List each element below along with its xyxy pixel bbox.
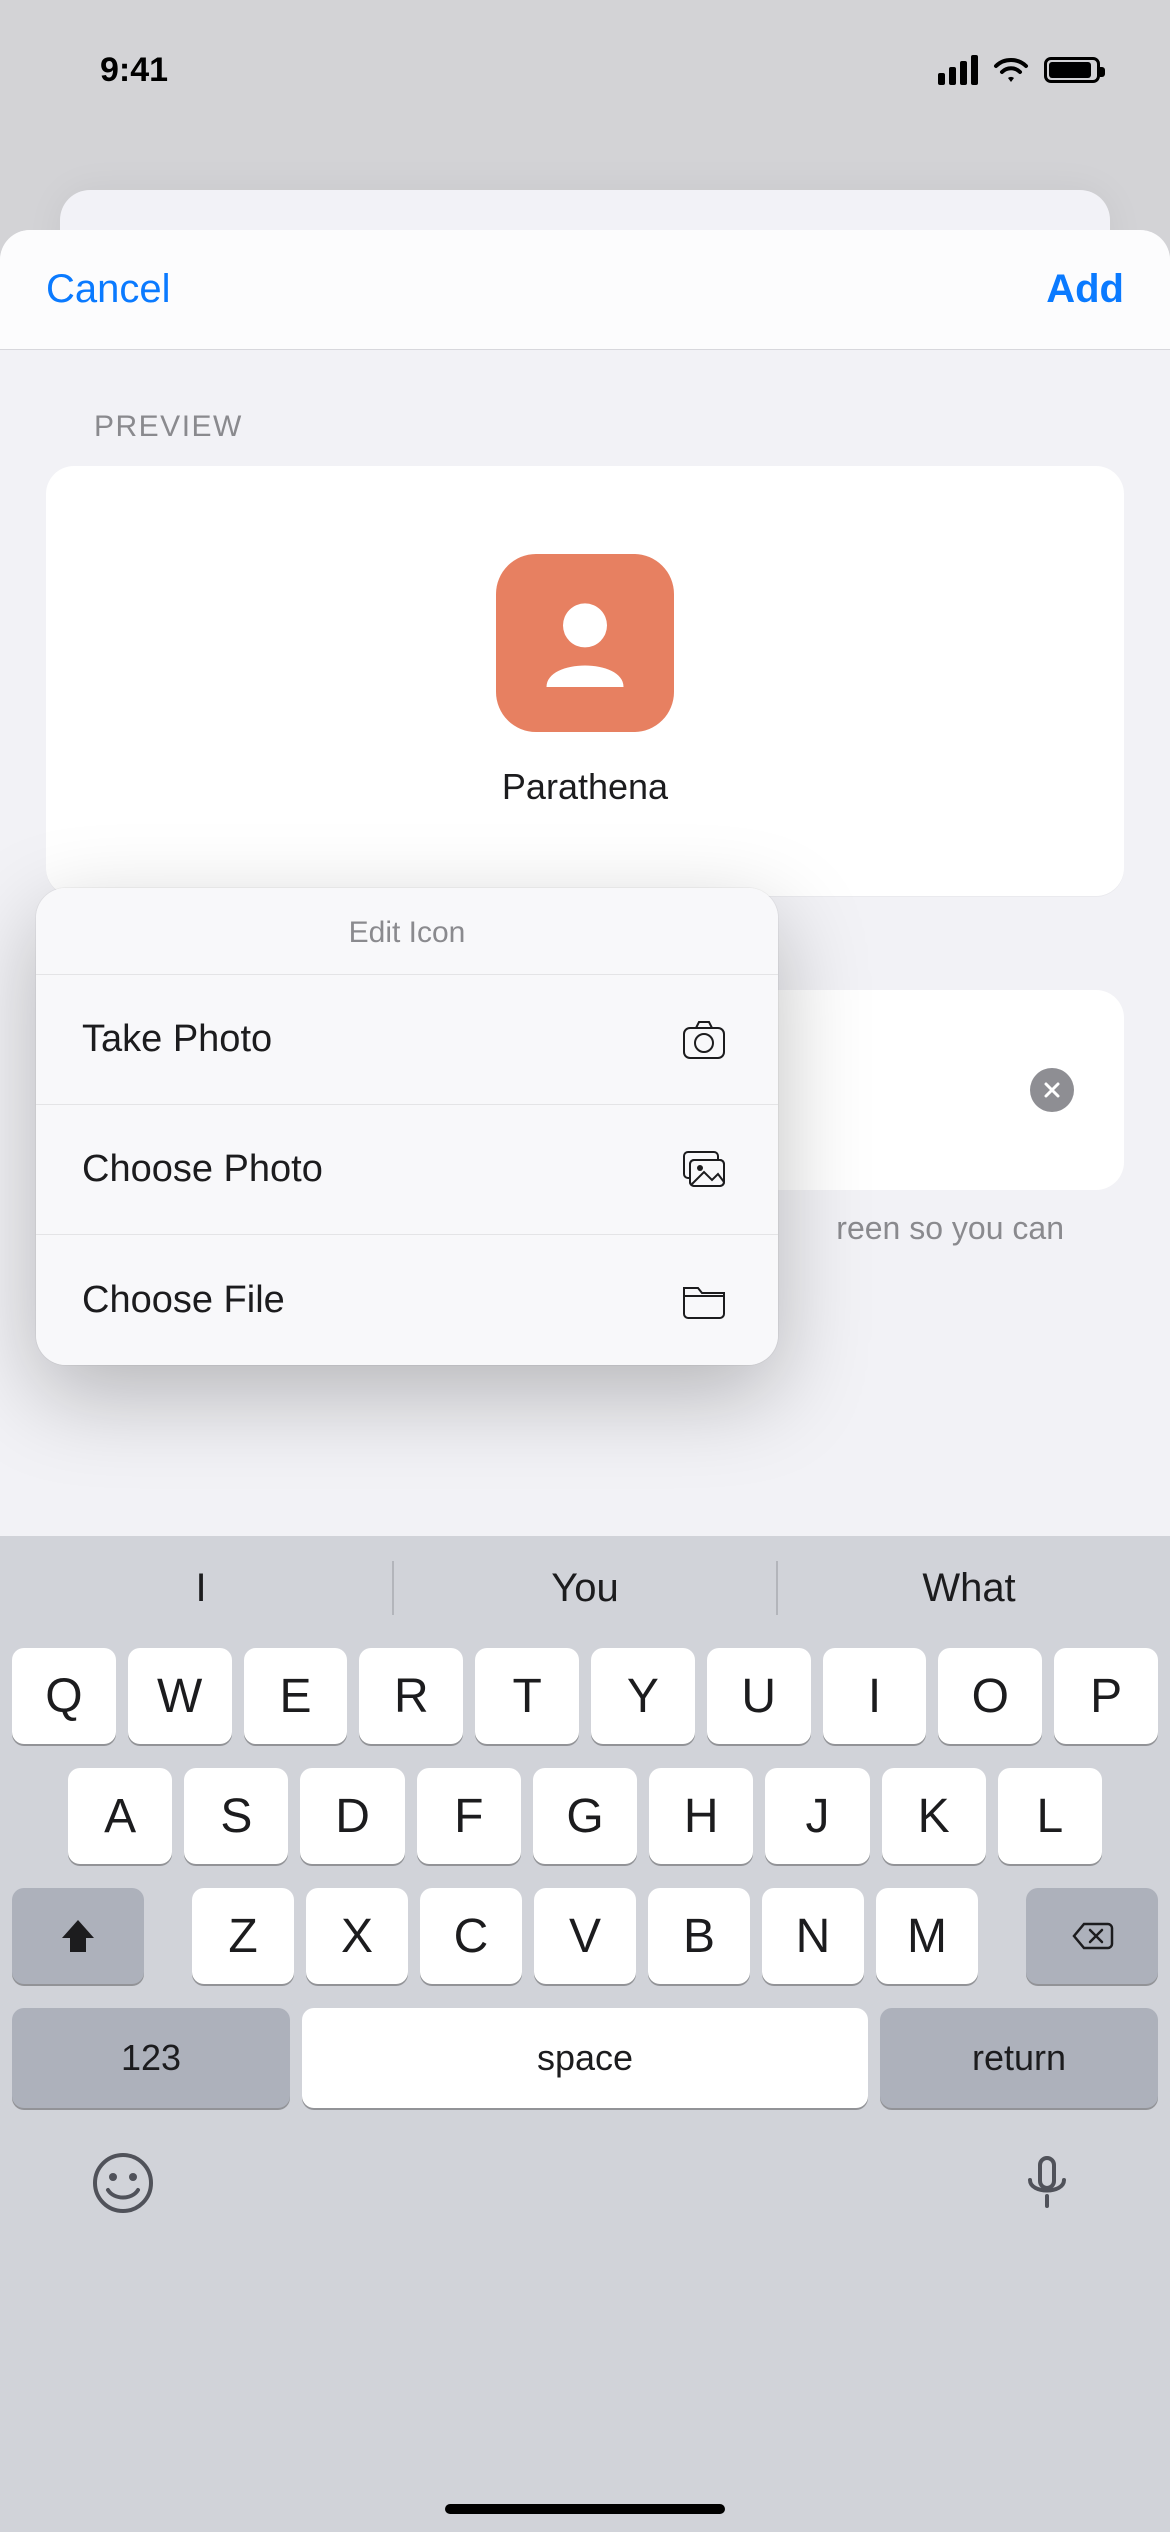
key-e[interactable]: E [244, 1648, 348, 1744]
menu-item-choose-file[interactable]: Choose File [36, 1235, 778, 1365]
key-a[interactable]: A [68, 1768, 172, 1864]
keyboard: I You What QWERTYUIOP ASDFGHJKL ZXCVBNM … [0, 1536, 1170, 2532]
emoji-icon[interactable] [90, 2150, 156, 2216]
preview-name-label: Parathena [502, 766, 668, 808]
close-icon [1041, 1079, 1063, 1101]
popover-title: Edit Icon [36, 888, 778, 975]
preview-section-label: PREVIEW [0, 350, 1170, 466]
menu-item-label: Choose File [82, 1279, 285, 1322]
key-d[interactable]: D [300, 1768, 404, 1864]
space-key[interactable]: space [302, 2008, 868, 2108]
photos-icon [676, 1142, 732, 1198]
status-bar: 9:41 [0, 0, 1170, 140]
key-z[interactable]: Z [192, 1888, 294, 1984]
key-j[interactable]: J [765, 1768, 869, 1864]
menu-item-take-photo[interactable]: Take Photo [36, 975, 778, 1105]
menu-item-label: Take Photo [82, 1018, 272, 1061]
key-m[interactable]: M [876, 1888, 978, 1984]
key-s[interactable]: S [184, 1768, 288, 1864]
key-b[interactable]: B [648, 1888, 750, 1984]
key-u[interactable]: U [707, 1648, 811, 1744]
key-q[interactable]: Q [12, 1648, 116, 1744]
home-indicator[interactable] [445, 2504, 725, 2514]
keyboard-footer [10, 2116, 1160, 2226]
backspace-key[interactable] [1026, 1888, 1158, 1984]
dictation-icon[interactable] [1014, 2150, 1080, 2216]
menu-item-choose-photo[interactable]: Choose Photo [36, 1105, 778, 1235]
status-indicators [938, 55, 1100, 85]
preview-card: Parathena [46, 466, 1124, 896]
add-button[interactable]: Add [1046, 267, 1124, 312]
cellular-icon [938, 55, 978, 85]
shift-icon [56, 1914, 100, 1958]
key-n[interactable]: N [762, 1888, 864, 1984]
key-r[interactable]: R [359, 1648, 463, 1744]
suggestion-1[interactable]: I [10, 1566, 392, 1611]
return-key[interactable]: return [880, 2008, 1158, 2108]
key-w[interactable]: W [128, 1648, 232, 1744]
key-p[interactable]: P [1054, 1648, 1158, 1744]
key-l[interactable]: L [998, 1768, 1102, 1864]
suggestion-3[interactable]: What [778, 1566, 1160, 1611]
key-o[interactable]: O [938, 1648, 1042, 1744]
key-y[interactable]: Y [591, 1648, 695, 1744]
key-k[interactable]: K [882, 1768, 986, 1864]
key-v[interactable]: V [534, 1888, 636, 1984]
status-time: 9:41 [100, 51, 168, 90]
navigation-bar: Cancel Add [0, 230, 1170, 350]
suggestion-2[interactable]: You [394, 1566, 776, 1611]
key-x[interactable]: X [306, 1888, 408, 1984]
camera-icon [676, 1012, 732, 1068]
key-h[interactable]: H [649, 1768, 753, 1864]
folder-icon [676, 1272, 732, 1328]
key-t[interactable]: T [475, 1648, 579, 1744]
shift-key[interactable] [12, 1888, 144, 1984]
key-i[interactable]: I [823, 1648, 927, 1744]
person-icon [530, 588, 640, 698]
key-f[interactable]: F [417, 1768, 521, 1864]
battery-icon [1044, 57, 1100, 83]
app-icon[interactable] [496, 554, 674, 732]
clear-text-button[interactable] [1030, 1068, 1074, 1112]
numeric-key[interactable]: 123 [12, 2008, 290, 2108]
key-g[interactable]: G [533, 1768, 637, 1864]
wifi-icon [992, 56, 1030, 84]
edit-icon-popover: Edit Icon Take Photo Choose Photo [36, 888, 778, 1365]
cancel-button[interactable]: Cancel [46, 267, 171, 312]
key-c[interactable]: C [420, 1888, 522, 1984]
menu-item-label: Choose Photo [82, 1148, 323, 1191]
suggestion-bar: I You What [10, 1536, 1160, 1640]
backspace-icon [1070, 1914, 1114, 1958]
